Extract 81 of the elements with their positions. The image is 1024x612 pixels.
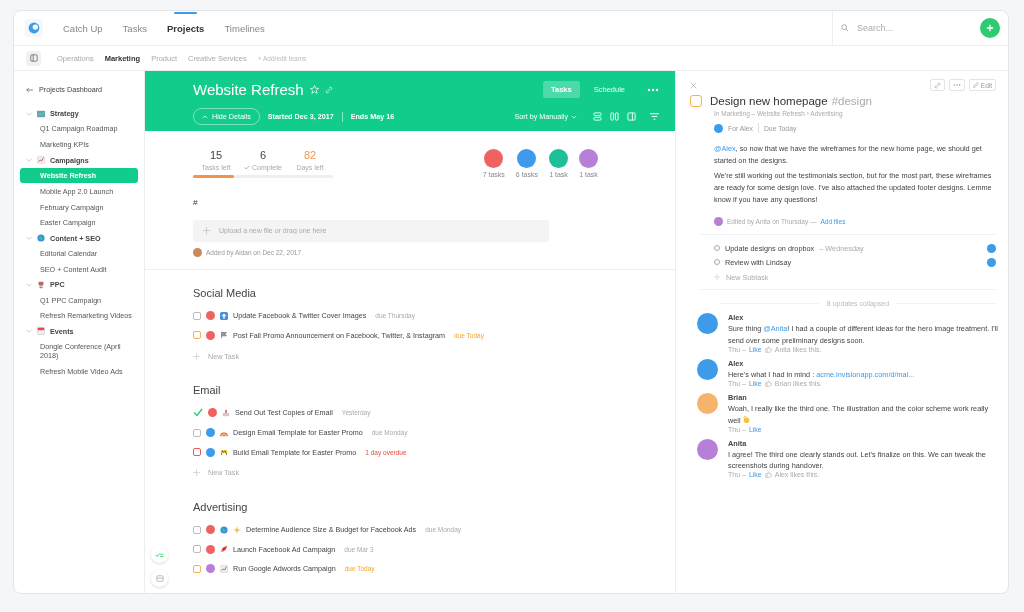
nav-tab[interactable]: Projects <box>166 12 205 44</box>
sparkle-icon <box>233 525 241 534</box>
link-icon[interactable] <box>324 85 333 94</box>
task-checkbox[interactable] <box>193 311 201 320</box>
plus-icon <box>193 469 200 477</box>
subtask-checkbox[interactable] <box>714 245 720 252</box>
chart-icon <box>37 156 45 165</box>
split-view-icon[interactable] <box>627 112 636 121</box>
chevron-icon[interactable] <box>26 235 32 242</box>
checklist-icon <box>155 551 164 558</box>
plus-icon <box>203 226 210 234</box>
rows-icon[interactable] <box>593 112 602 121</box>
section-title: Email <box>193 384 221 397</box>
thumbs-up-icon <box>764 380 772 388</box>
avatar[interactable] <box>517 149 537 168</box>
link-icon <box>933 81 941 89</box>
hashtag-text: # <box>193 198 198 207</box>
chevron-icon[interactable] <box>26 157 32 164</box>
star-icon[interactable] <box>309 85 319 94</box>
task-checkbox[interactable] <box>193 525 201 534</box>
check-icon <box>244 165 250 170</box>
tray-button[interactable] <box>151 570 168 587</box>
avatar <box>714 123 723 133</box>
task-checkbox[interactable] <box>193 428 201 437</box>
filter-icon[interactable] <box>650 112 659 121</box>
chevron-icon <box>571 114 577 119</box>
pencil-icon <box>972 82 979 88</box>
calendar-icon <box>37 327 45 336</box>
add-button[interactable] <box>980 18 1000 38</box>
close-icon[interactable] <box>690 81 697 89</box>
task-checkbox[interactable] <box>193 545 201 554</box>
trophy-icon <box>37 280 45 289</box>
thumbs-up-icon <box>764 345 772 353</box>
panel-icon <box>29 54 38 62</box>
avatar <box>193 248 202 257</box>
checkmark-icon[interactable] <box>193 408 203 418</box>
stat-value: 15 <box>208 149 224 161</box>
task-checkbox[interactable] <box>193 564 201 573</box>
avatar[interactable] <box>579 149 598 168</box>
tray-icon <box>155 575 164 582</box>
avatar[interactable] <box>549 149 568 168</box>
app-logo <box>25 19 43 37</box>
avatar[interactable] <box>484 149 504 168</box>
avatar <box>714 217 723 227</box>
chevron-icon[interactable] <box>26 328 32 335</box>
chevron-icon[interactable] <box>26 110 32 117</box>
section-title: Social Media <box>193 287 256 299</box>
rocket-icon <box>220 545 228 554</box>
task-checkbox[interactable] <box>193 331 201 340</box>
task-checkbox[interactable] <box>193 448 201 457</box>
sidebar-toggle-button[interactable] <box>26 50 41 66</box>
plus-icon <box>193 352 200 360</box>
nav-tab[interactable]: Catch Up <box>63 12 103 44</box>
plus-icon <box>714 274 720 281</box>
checklist-button[interactable] <box>151 546 168 563</box>
barrier-icon <box>220 448 228 457</box>
thumbs-up-icon <box>764 471 772 479</box>
columns-icon[interactable] <box>610 112 619 121</box>
more-icon[interactable] <box>647 87 659 92</box>
subtask-checkbox[interactable] <box>714 259 720 266</box>
stat-value: 82 <box>302 149 318 161</box>
tray-icon <box>222 409 230 417</box>
more-button[interactable] <box>948 79 965 91</box>
section-title: Advertising <box>193 500 248 513</box>
nav-tab[interactable]: Tasks <box>122 12 147 44</box>
flag-icon <box>220 331 228 340</box>
copy-link-button[interactable] <box>929 79 945 91</box>
task-title: Design new homepage <box>710 95 828 107</box>
nav-tab[interactable]: Timelines <box>224 12 265 44</box>
search-icon <box>841 24 849 32</box>
caret-icon <box>202 114 208 119</box>
plus-icon <box>986 24 994 32</box>
project-title: Website Refresh <box>193 81 304 98</box>
chart-icon <box>220 564 228 573</box>
globe-icon <box>220 525 228 534</box>
globe-icon <box>37 234 45 243</box>
task-checkbox[interactable] <box>690 95 702 107</box>
upload-icon <box>220 311 228 320</box>
back-arrow-icon <box>26 86 33 93</box>
chevron-icon[interactable] <box>26 281 32 288</box>
stat-value: 6 <box>258 149 268 161</box>
